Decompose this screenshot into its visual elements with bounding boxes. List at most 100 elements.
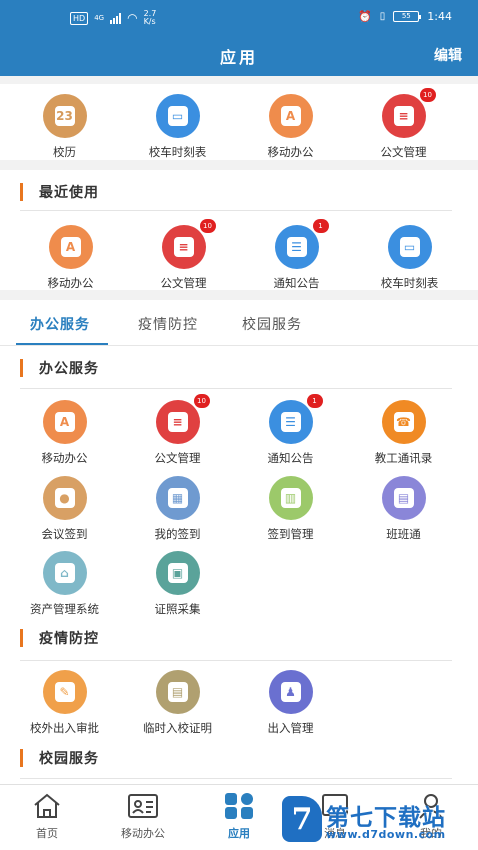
header-bar: 应用 编辑: [0, 36, 478, 76]
person-icon: ♟: [268, 670, 313, 714]
app-tile[interactable]: ☰ 1 通知公告: [240, 219, 353, 291]
app-label: 通知公告: [273, 276, 320, 290]
app-tile[interactable]: ▭ 校车时刻表: [121, 94, 234, 160]
tab-campus[interactable]: 校园服务: [242, 314, 302, 334]
divider: [20, 388, 452, 389]
edit-button[interactable]: 编辑: [434, 45, 462, 65]
app-tile[interactable]: 23 校历: [8, 94, 121, 160]
icon-glyph: ▭: [399, 237, 420, 257]
icon-glyph: A: [280, 106, 301, 126]
app-tile[interactable]: ● 会议签到: [8, 476, 121, 542]
document-icon: ≡ 10: [155, 394, 210, 444]
hd-indicator: HD: [70, 11, 89, 25]
nav-apps-label: 应用: [228, 827, 250, 840]
meeting-icon: ●: [42, 476, 87, 520]
approval-icon: ✎: [42, 670, 87, 714]
app-label: 公文管理: [160, 276, 207, 290]
app-tile[interactable]: ▤ 班班通: [347, 476, 460, 542]
app-tile[interactable]: ▭ 校车时刻表: [353, 225, 466, 291]
app-tile[interactable]: ≡ 10 公文管理: [347, 88, 460, 160]
watermark-text: 第七下载站: [326, 805, 446, 831]
divider: [20, 778, 452, 779]
divider: [20, 210, 452, 211]
icon-glyph: ⌂: [54, 563, 75, 583]
app-tile[interactable]: ▥ 签到管理: [234, 476, 347, 542]
icon-glyph: ▤: [167, 682, 188, 702]
icon-glyph: A: [60, 237, 81, 257]
unread-count-badge: 1: [306, 394, 323, 408]
divider: [20, 660, 452, 661]
contacts-icon: ☎: [381, 400, 426, 444]
status-bar: HD 4G ◠ 2.7 K/s ⏰ ▯ 55 1:44: [0, 0, 478, 36]
app-label: 校外出入审批: [30, 721, 99, 735]
favorites-row: 23 校历 ▭ 校车时刻表 A 移动办公 ≡ 10 公文管理: [8, 88, 478, 160]
tab-epidemic[interactable]: 疫情防控: [138, 314, 198, 334]
apps-grid-icon: [222, 791, 256, 821]
nav-apps[interactable]: 应用: [194, 791, 284, 841]
icon-glyph: ▣: [167, 563, 188, 583]
office-apps-row: ⌂ 资产管理系统 ▣ 证照采集: [8, 551, 478, 617]
app-label: 移动办公: [41, 451, 88, 465]
app-label: 临时入校证明: [143, 721, 212, 735]
speed-unit: K/s: [143, 17, 156, 26]
bank-icon: ⌂: [42, 551, 87, 595]
recent-section-title: 最近使用: [20, 182, 99, 202]
category-tabs: 办公服务 疫情防控 校园服务: [0, 306, 478, 346]
network-type: 4G: [94, 14, 105, 22]
app-tile[interactable]: ✎ 校外出入审批: [8, 670, 121, 736]
app-label: 公文管理: [154, 451, 201, 465]
app-tile[interactable]: A 移动办公: [14, 225, 127, 291]
app-tile[interactable]: ♟ 出入管理: [234, 670, 347, 736]
app-tile[interactable]: A 移动办公: [234, 94, 347, 160]
signal-icon: [110, 12, 122, 24]
app-label: 校车时刻表: [380, 276, 439, 290]
app-label: 我的签到: [154, 527, 201, 541]
unread-count-badge: 10: [199, 219, 216, 233]
icon-glyph: A: [54, 412, 75, 432]
app-tile[interactable]: ☰ 1 通知公告: [234, 394, 347, 466]
app-label: 通知公告: [267, 451, 314, 465]
app-tile[interactable]: ▣ 证照采集: [121, 551, 234, 617]
icon-glyph: ●: [54, 488, 75, 508]
bus-icon: ▭: [155, 94, 200, 138]
icon-glyph: ≡: [173, 237, 194, 257]
unread-count-badge: 1: [312, 219, 329, 233]
clipboard-icon: ☰ 1: [274, 219, 329, 269]
app-label: 班班通: [386, 527, 421, 541]
page-title: 应用: [219, 48, 258, 67]
icon-glyph: ≡: [393, 106, 414, 126]
office-apps-row: ● 会议签到 ▦ 我的签到 ▥ 签到管理 ▤ 班班通: [8, 476, 478, 542]
app-tile[interactable]: ▦ 我的签到: [121, 476, 234, 542]
watermark-url: www.d7down.com: [326, 828, 446, 841]
icon-glyph: ▭: [167, 106, 188, 126]
icon-glyph: ♟: [280, 682, 301, 702]
app-tile[interactable]: A 移动办公: [8, 400, 121, 466]
app-label: 校历: [53, 145, 76, 159]
unread-count-badge: 10: [193, 394, 210, 408]
campus-section-title: 校园服务: [20, 748, 99, 768]
app-tile[interactable]: ▤ 临时入校证明: [121, 670, 234, 736]
icon-glyph: ☰: [286, 237, 307, 257]
tab-office[interactable]: 办公服务: [30, 314, 90, 334]
app-tile[interactable]: ⌂ 资产管理系统: [8, 551, 121, 617]
chart-icon: ▥: [268, 476, 313, 520]
nav-home[interactable]: 首页: [2, 791, 92, 841]
photo-icon: ▣: [155, 551, 200, 595]
icon-glyph: ☰: [280, 412, 301, 432]
app-tile[interactable]: ≡ 10 公文管理: [121, 394, 234, 466]
app-label: 移动办公: [47, 276, 94, 290]
home-icon: [30, 791, 64, 821]
icon-glyph: ✎: [54, 682, 75, 702]
icon-glyph: ☎: [393, 412, 414, 432]
nav-office[interactable]: 移动办公: [98, 791, 188, 841]
app-tile[interactable]: ☎ 教工通讯录: [347, 400, 460, 466]
clipboard-icon: ☰ 1: [268, 394, 323, 444]
nav-office-label: 移动办公: [121, 827, 165, 840]
site-watermark: 7 第七下载站 www.d7down.com: [282, 796, 472, 846]
wifi-icon: ◠: [127, 11, 138, 25]
clock-time: 1:44: [427, 10, 452, 23]
app-tile[interactable]: ≡ 10 公文管理: [127, 219, 240, 291]
office-icon: A: [48, 225, 93, 269]
epidemic-apps-row: ✎ 校外出入审批 ▤ 临时入校证明 ♟ 出入管理: [8, 670, 478, 736]
app-label: 校车时刻表: [148, 145, 207, 159]
